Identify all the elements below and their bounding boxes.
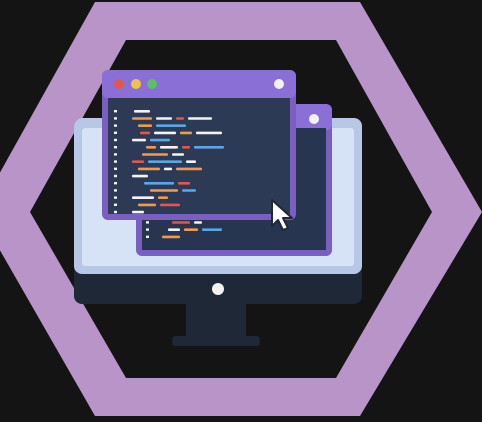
code-gutter-mark <box>114 131 117 134</box>
code-token <box>134 110 150 113</box>
code-token <box>150 189 178 192</box>
code-token <box>132 160 144 163</box>
code-token <box>156 117 172 120</box>
code-token <box>138 167 160 171</box>
code-gutter-mark <box>114 146 117 149</box>
window-dot-green <box>147 79 157 89</box>
window-dot-yellow <box>131 79 141 89</box>
code-token <box>184 228 198 231</box>
code-token <box>132 210 144 214</box>
code-token <box>202 228 222 231</box>
code-token <box>168 228 180 231</box>
code-editor-window-icon <box>102 70 296 220</box>
window-back-dot <box>309 114 319 124</box>
code-token <box>144 182 174 185</box>
code-token <box>132 196 154 199</box>
code-token <box>186 160 196 163</box>
code-token <box>148 160 182 163</box>
window-dot-red <box>114 79 124 89</box>
code-token <box>182 189 196 192</box>
code-gutter-mark <box>114 117 117 120</box>
code-token <box>140 131 150 135</box>
code-gutter-mark <box>146 228 149 231</box>
code-token <box>132 138 146 142</box>
monitor-power-light <box>212 283 224 295</box>
monitor-stand-base <box>172 336 260 346</box>
code-token <box>160 203 180 207</box>
code-token <box>194 146 224 149</box>
code-token <box>172 153 184 156</box>
code-gutter-mark <box>114 189 117 192</box>
code-gutter-mark <box>114 138 117 142</box>
monitor-stand-neck <box>186 300 246 342</box>
code-token <box>178 182 190 185</box>
code-token <box>146 146 156 149</box>
code-gutter-mark <box>114 203 117 206</box>
code-token <box>132 174 148 178</box>
code-gutter-mark <box>114 210 117 214</box>
code-token <box>156 124 186 127</box>
code-token <box>154 131 176 135</box>
code-gutter-mark <box>114 110 117 113</box>
code-token <box>196 131 222 135</box>
code-token <box>132 117 152 120</box>
code-gutter-mark <box>114 182 117 185</box>
coding-illustration <box>0 2 482 416</box>
code-token <box>194 221 202 224</box>
code-token <box>172 221 190 224</box>
code-token <box>150 138 170 142</box>
code-gutter-mark <box>114 174 117 178</box>
code-gutter-mark <box>114 153 117 156</box>
code-token <box>188 117 212 120</box>
code-token <box>164 167 172 171</box>
code-gutter-mark <box>146 235 149 238</box>
code-token <box>180 131 192 135</box>
code-gutter-mark <box>146 221 149 224</box>
code-token <box>138 203 156 207</box>
code-token <box>176 117 184 120</box>
code-gutter-mark <box>114 160 117 163</box>
code-gutter-mark <box>114 124 117 127</box>
code-token <box>160 146 178 149</box>
window-close-dot <box>274 79 284 89</box>
code-gutter-mark <box>114 167 117 170</box>
illustration-stage <box>0 0 482 422</box>
code-token <box>182 146 190 149</box>
code-token <box>138 124 152 127</box>
code-token <box>162 235 180 239</box>
code-token <box>176 167 202 171</box>
code-token <box>158 196 168 199</box>
code-token <box>142 153 168 156</box>
code-gutter-mark <box>114 196 117 199</box>
